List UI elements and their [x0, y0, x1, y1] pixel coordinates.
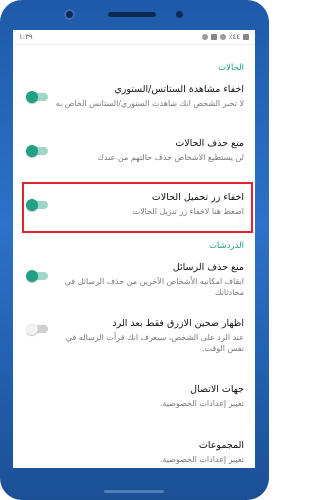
setting-title: المجموعات [198, 440, 244, 451]
section-header-status: الحالات [218, 63, 244, 73]
earpiece-speaker [108, 12, 156, 17]
setting-subtitle: ايقاف امكانيه الأشخاص الآخرين من حذف الر… [64, 277, 244, 297]
toggle-knob [26, 145, 38, 157]
setting-groups[interactable]: المجموعات تغيير إعدادات الخصوصية. [13, 433, 244, 468]
notification-icon [219, 34, 226, 40]
setting-blue-ticks-after-reply[interactable]: اظهار صحين الازرق فقط بعد الرد عند الرد … [13, 311, 244, 367]
setting-hide-status-download-button[interactable]: اخفاء زر تحميل الحالات اضغط هنا لاخفاء ز… [13, 185, 244, 231]
whatsapp-icon [201, 34, 208, 40]
toggle-knob [26, 270, 38, 282]
status-bar: ١:٣٩ ٪٤٤ [13, 30, 255, 45]
setting-subtitle: عند الرد على الشخص، سيعرف انك قرأت الرسا… [65, 333, 244, 353]
home-indicator [104, 490, 164, 493]
status-bar-right: ٪٤٤ [201, 33, 249, 41]
privacy-settings-list: الحالات اخفاء مشاهدة الستاتس/الستوري لا … [13, 45, 255, 468]
toggle-knob [26, 323, 38, 335]
setting-subtitle: لا تخبر الشخص انك شاهدت الستوري/الستاتس … [55, 99, 244, 108]
toggle-switch[interactable] [26, 323, 48, 335]
setting-prevent-message-delete[interactable]: منع حذف الرسائل ايقاف امكانيه الأشخاص ال… [13, 255, 244, 307]
signal-icon [243, 34, 249, 40]
phone-bottom-bezel [0, 468, 269, 500]
battery-percent: ٪٤٤ [228, 33, 240, 41]
setting-title: اخفاء مشاهدة الستاتس/الستوري [114, 84, 244, 95]
toggle-switch[interactable] [26, 145, 48, 157]
setting-title: منع حذف الرسائل [172, 262, 244, 273]
screen: ١:٣٩ ٪٤٤ الحالات اخفاء مشاهدة الستاتس/ال… [13, 30, 255, 468]
setting-title: اظهار صحين الازرق فقط بعد الرد [112, 318, 244, 329]
setting-title: جهات الاتصال [190, 384, 244, 395]
setting-title: منع حذف الحالات [175, 138, 244, 149]
phone-frame: ١:٣٩ ٪٤٤ الحالات اخفاء مشاهدة الستاتس/ال… [0, 0, 269, 500]
setting-prevent-status-delete[interactable]: منع حذف الحالات لن يستطيع الاشخاص حذف حا… [13, 131, 244, 177]
setting-subtitle: اضغط هنا لاخفاء زر تنزيل الحالات [132, 207, 244, 216]
setting-subtitle: لن يستطيع الاشخاص حذف حالتهم من عندك [97, 153, 244, 162]
toggle-switch[interactable] [26, 270, 48, 282]
phone-top-bezel [0, 0, 269, 28]
toggle-knob [26, 91, 38, 103]
toggle-switch[interactable] [26, 199, 48, 211]
setting-title: اخفاء زر تحميل الحالات [151, 192, 244, 203]
settings-icon [210, 34, 217, 40]
setting-subtitle: تغيير إعدادات الخصوصية. [159, 399, 244, 408]
setting-contacts[interactable]: جهات الاتصال تغيير إعدادات الخصوصية. [13, 377, 244, 423]
toggle-knob [26, 199, 38, 211]
proximity-sensor [176, 11, 183, 18]
front-camera [64, 9, 75, 20]
setting-hide-status-view[interactable]: اخفاء مشاهدة الستاتس/الستوري لا تخبر الش… [13, 77, 244, 129]
setting-subtitle: تغيير إعدادات الخصوصية. [159, 455, 244, 464]
toggle-switch[interactable] [26, 91, 48, 103]
status-bar-left: ١:٣٩ [19, 33, 33, 41]
status-time: ١:٣٩ [19, 33, 33, 41]
section-header-chats: الدردشات [208, 241, 244, 251]
